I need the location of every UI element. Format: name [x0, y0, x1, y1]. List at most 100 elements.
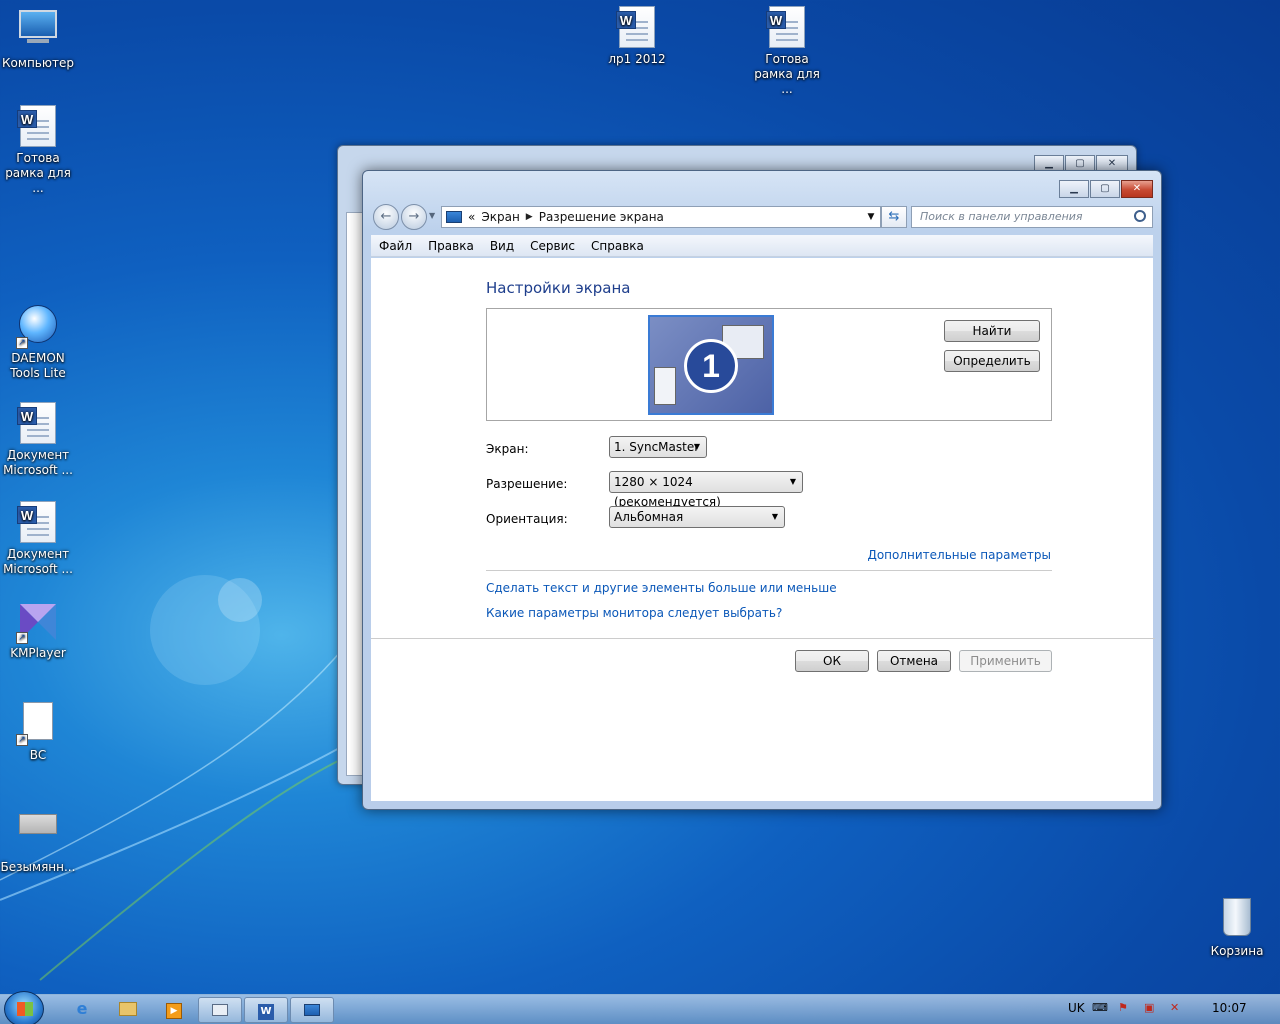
taskbar: e ▶ W UK ⌨ ⚑ ▣ ✕ 10:07 — [0, 991, 1280, 1024]
apply-button[interactable]: Применить — [959, 650, 1052, 672]
address-bar[interactable]: « Экран ▶ Разрешение экрана ▼ — [441, 206, 881, 228]
explorer-folder-icon[interactable] — [106, 997, 150, 1023]
search-icon[interactable] — [1134, 210, 1146, 222]
kmplayer-icon: ↗ — [16, 600, 60, 644]
screen-select[interactable]: 1. SyncMaster ▼ — [609, 436, 707, 458]
desktop-icon-doc-microsoft-2[interactable]: W Документ Microsoft ... — [0, 501, 76, 577]
clock[interactable]: 10:07 — [1212, 1001, 1247, 1015]
shortcut-arrow-icon: ↗ — [16, 337, 28, 349]
start-button[interactable] — [4, 991, 44, 1024]
resolution-select-value: 1280 × 1024 (рекомендуется) — [614, 475, 721, 509]
desktop-icon-doc-ramka-left[interactable]: W Готова рамка для ... — [0, 105, 76, 196]
desktop-icon-label: Документ Microsoft ... — [3, 448, 73, 477]
taskbar-window-background[interactable] — [198, 997, 242, 1023]
desktop-icon-label: Готова рамка для ... — [5, 151, 71, 195]
identify-button[interactable]: Определить — [944, 350, 1040, 372]
computer-icon — [16, 10, 60, 54]
chevron-down-icon: ▼ — [771, 512, 778, 521]
monitor-preview-area: 1 Найти Определить — [486, 308, 1052, 421]
taskbar-word-icon[interactable]: W — [244, 997, 288, 1023]
keyboard-icon[interactable]: ⌨ — [1092, 1001, 1108, 1014]
recycle-bin-icon — [1215, 898, 1259, 942]
desktop-icon-label: Компьютер — [2, 56, 74, 70]
breadcrumb-separator-icon[interactable]: ▶ — [526, 212, 533, 222]
advanced-settings-link[interactable]: Дополнительные параметры — [867, 548, 1051, 562]
desktop-icon-doc-ramka-top[interactable]: W Готова рамка для ... — [749, 6, 825, 97]
desktop-icon-bc[interactable]: ↗ BC — [0, 700, 76, 763]
screen-label: Экран: — [486, 442, 529, 456]
close-button[interactable]: ✕ — [1121, 180, 1153, 198]
navigation-bar: ← → ▼ « Экран ▶ Разрешение экрана ▼ ⇆ По… — [371, 203, 1153, 231]
detect-button[interactable]: Найти — [944, 320, 1040, 342]
chevron-down-icon: ▼ — [693, 442, 700, 451]
word-document-icon: W — [616, 6, 655, 48]
control-panel-icon — [446, 211, 462, 223]
search-placeholder: Поиск в панели управления — [920, 210, 1083, 223]
orientation-select[interactable]: Альбомная ▼ — [609, 506, 785, 528]
divider — [486, 570, 1052, 571]
network-disconnected-icon[interactable]: ▣ — [1144, 1001, 1154, 1014]
menu-file[interactable]: Файл — [379, 239, 412, 253]
system-tray: UK ⌨ ⚑ ▣ ✕ 10:07 — [1060, 995, 1280, 1024]
desktop-icon-label: лр1 2012 — [608, 52, 666, 66]
shortcut-arrow-icon: ↗ — [16, 632, 28, 644]
breadcrumb-resolution[interactable]: Разрешение экрана — [539, 210, 664, 224]
internet-explorer-icon[interactable]: e — [60, 997, 104, 1023]
cancel-button[interactable]: Отмена — [877, 650, 951, 672]
desktop-icon-unnamed[interactable]: Безымянн... — [0, 800, 76, 875]
menu-view[interactable]: Вид — [490, 239, 514, 253]
address-dropdown-icon[interactable]: ▼ — [862, 212, 880, 222]
blank-file-icon: ↗ — [16, 702, 60, 746]
search-input[interactable]: Поиск в панели управления — [911, 206, 1153, 228]
word-document-icon: W — [17, 501, 56, 543]
desktop-icon-label: DAEMON Tools Lite — [10, 351, 66, 380]
media-player-icon[interactable]: ▶ — [152, 997, 196, 1023]
menu-bar: Файл Правка Вид Сервис Справка — [371, 235, 1153, 257]
desktop-icon-label: Корзина — [1210, 944, 1264, 958]
desktop-icon-computer[interactable]: Компьютер — [0, 6, 76, 71]
monitor-settings-help-link[interactable]: Какие параметры монитора следует выбрать… — [486, 606, 782, 620]
sidebar-thumbnail-icon — [654, 367, 676, 405]
resolution-label: Разрешение: — [486, 477, 568, 491]
minimize-button[interactable]: ▁ — [1059, 180, 1089, 198]
menu-tools[interactable]: Сервис — [530, 239, 575, 253]
desktop-icon-doc-microsoft-1[interactable]: W Документ Microsoft ... — [0, 402, 76, 478]
screen-resolution-window[interactable]: ▁ ▢ ✕ ← → ▼ « Экран ▶ Разрешение экрана … — [362, 170, 1162, 810]
text-size-link[interactable]: Сделать текст и другие элементы больше и… — [486, 581, 837, 595]
word-document-icon: W — [17, 402, 56, 444]
volume-muted-icon[interactable]: ✕ — [1170, 1001, 1179, 1014]
resolution-select[interactable]: 1280 × 1024 (рекомендуется) ▼ — [609, 471, 803, 509]
refresh-button[interactable]: ⇆ — [881, 206, 907, 228]
footer-divider — [371, 638, 1155, 639]
desktop-icon-label: Документ Microsoft ... — [3, 547, 73, 576]
image-file-icon — [16, 814, 60, 858]
orientation-label: Ориентация: — [486, 512, 568, 526]
desktop-icon-label: Безымянн... — [0, 860, 76, 874]
desktop-icon-label: Готова рамка для ... — [754, 52, 820, 96]
chevron-down-icon: ▼ — [789, 477, 796, 486]
language-indicator[interactable]: UK — [1068, 1001, 1085, 1015]
menu-help[interactable]: Справка — [591, 239, 644, 253]
desktop-icon-recycle-bin[interactable]: Корзина — [1199, 896, 1275, 959]
desktop-icon-label: BC — [29, 748, 47, 762]
orientation-select-value: Альбомная — [614, 510, 684, 524]
word-document-icon: W — [17, 105, 56, 147]
taskbar-control-panel-icon[interactable] — [290, 997, 334, 1023]
shortcut-arrow-icon: ↗ — [16, 734, 28, 746]
back-button[interactable]: ← — [373, 204, 399, 230]
screen-select-value: 1. SyncMaster — [614, 440, 700, 454]
desktop-icon-doc-lr1[interactable]: W лр1 2012 — [599, 6, 675, 67]
monitor-thumbnail[interactable]: 1 — [648, 315, 774, 415]
window-content: Настройки экрана 1 Найти Определить Экра… — [371, 258, 1155, 801]
action-center-warning-icon[interactable]: ⚑ — [1118, 1001, 1128, 1014]
ok-button[interactable]: ОК — [795, 650, 869, 672]
monitor-number-badge: 1 — [684, 339, 738, 393]
forward-button[interactable]: → — [401, 204, 427, 230]
maximize-button[interactable]: ▢ — [1090, 180, 1120, 198]
desktop-icon-daemon-tools[interactable]: ↗ DAEMON Tools Lite — [0, 303, 76, 381]
desktop-icon-kmplayer[interactable]: ↗ KMPlayer — [0, 600, 76, 661]
breadcrumb-prefix[interactable]: « — [468, 210, 475, 224]
breadcrumb-screen[interactable]: Экран — [481, 210, 519, 224]
menu-edit[interactable]: Правка — [428, 239, 474, 253]
recent-pages-chevron-icon[interactable]: ▼ — [429, 211, 435, 220]
